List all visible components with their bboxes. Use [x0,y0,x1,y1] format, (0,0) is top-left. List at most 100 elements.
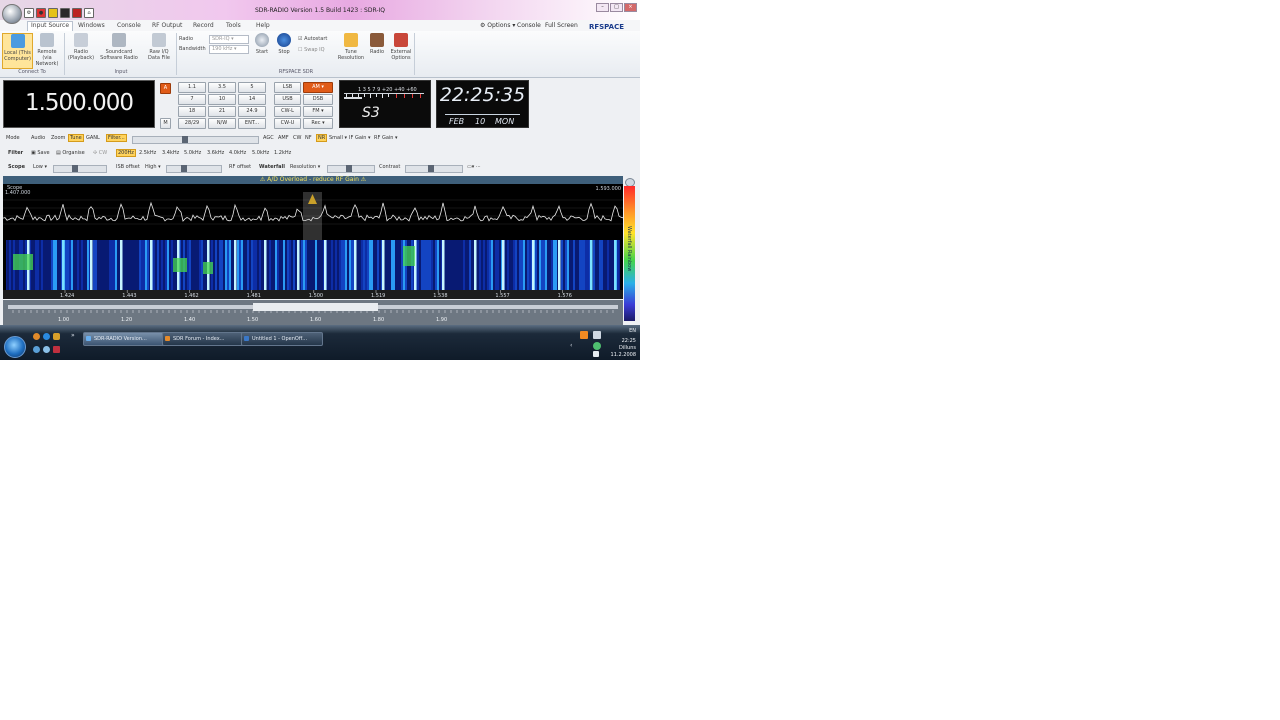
mode-fm-button[interactable]: FM ▾ [303,106,333,117]
tab-tools[interactable]: Tools [226,22,241,29]
tab-help[interactable]: Help [256,22,270,29]
folder-icon[interactable] [53,333,60,340]
nr-toggle[interactable]: NR [316,134,328,142]
filter-organise-button[interactable]: ▤ Organise [56,150,85,156]
taskbar-item-openoffice[interactable]: Untitled 1 - OpenOff... [241,332,323,346]
ganl-menu[interactable]: GANL [86,135,100,141]
narrow-wide-key[interactable]: N/W [208,118,236,129]
mode-cwl-button[interactable]: CW-L [274,106,301,117]
band-key-18[interactable]: 18 [178,106,206,117]
zoom-menu[interactable]: Zoom [51,135,65,141]
start-button[interactable] [4,336,26,358]
band-key-5[interactable]: 5 [238,82,266,93]
console-toggle[interactable]: Console [517,22,541,29]
tune-slider-knob[interactable] [182,136,188,143]
memory-button[interactable]: M [160,118,171,129]
maximize-button[interactable]: □ [610,3,623,12]
filter-cw-button[interactable]: ✣ CW [93,150,107,156]
tray-app-icon[interactable] [580,331,588,339]
filter-preset-8[interactable]: 1.2kHz [274,150,291,156]
tab-rf-output[interactable]: RF Output [152,22,182,29]
band-key-14[interactable]: 14 [238,94,266,105]
resolution-slider[interactable] [327,165,375,173]
local-computer-button[interactable]: Local (This Computer) [2,33,33,69]
size-select[interactable]: Small ▾ [329,135,347,141]
scope-low-knob[interactable] [72,165,78,172]
waterfall-options-icon[interactable]: ▭▾ ⋯ [467,164,481,170]
band-key-21[interactable]: 21 [208,106,236,117]
mode-cwu-button[interactable]: CW-U [274,118,301,129]
band-key-10[interactable]: 10 [208,94,236,105]
taskbar-overflow[interactable]: » [71,332,75,339]
waterfall[interactable] [6,240,620,290]
filter-preset-3[interactable]: 3.4kHz [162,150,179,156]
tune-slider[interactable] [132,136,259,144]
application-menu-button[interactable] [2,4,22,24]
taskbar-item-firefox[interactable]: SDR Forum - Index... [162,332,244,346]
app-icon[interactable] [53,346,60,353]
security-tray-icon[interactable] [593,342,601,350]
band-key-28-29[interactable]: 28/29 [178,118,206,129]
tuning-scale[interactable]: 1.00 1.20 1.40 1.50 1.60 1.80 1.90 [3,300,623,326]
external-radio-button[interactable]: Radio [366,33,388,55]
options-menu[interactable]: ⚙ Options ▾ [480,22,515,29]
spectrum-graph[interactable]: 1.424 1.443 1.462 1.481 1.500 1.519 1.538 1.557… [3,176,623,299]
record-mode-button[interactable]: Rec ▾ [303,118,333,129]
mode-dsb-button[interactable]: DSB [303,94,333,105]
spectrum-panel[interactable]: ⚠ A/D Overload - reduce RF Gain ⚠ 1.424 1… [3,176,623,299]
tray-expand-icon[interactable]: ‹ [570,342,572,349]
filter-preset-6[interactable]: 4.0kHz [229,150,246,156]
tab-record[interactable]: Record [193,22,214,29]
autostart-checkbox[interactable]: ☑ Autostart [298,36,327,42]
if-gain-select[interactable]: IF Gain ▾ [349,135,371,141]
scope-high-slider[interactable] [166,165,222,173]
raw-iq-file-button[interactable]: Raw I/Q Data File [144,33,174,61]
system-clock[interactable]: EN 22:25 Dilluns 11.2.2008 [611,328,636,359]
filter-save-button[interactable]: ▣ Save [31,150,50,156]
tune-menu[interactable]: Tune [68,134,84,142]
start-button[interactable]: Start [252,33,272,55]
network-tray-icon[interactable] [593,331,601,339]
close-button[interactable]: × [624,3,637,12]
filter-preset-2[interactable]: 2.5kHz [139,150,156,156]
soundcard-radio-button[interactable]: Soundcard Software Radio [97,33,141,61]
frequency-display[interactable]: 1.500.000 [3,80,155,128]
band-key-3-5[interactable]: 3.5 [208,82,236,93]
cw-toggle[interactable]: CW [293,135,301,141]
rf-gain-select[interactable]: RF Gain ▾ [374,135,398,141]
filter-preset-4[interactable]: 5.0kHz [184,150,201,156]
mode-am-button[interactable]: AM ▾ [303,82,333,93]
tab-console[interactable]: Console [117,22,141,29]
minimize-button[interactable]: – [596,3,609,12]
scope-low-select[interactable]: Low ▾ [33,164,47,170]
ie-icon[interactable] [43,333,50,340]
vfo-a-button[interactable]: A [160,83,171,94]
nf-toggle[interactable]: NF [305,135,312,141]
radio-playback-button[interactable]: Radio (Playback) [67,33,95,61]
remote-network-button[interactable]: Remote (via Network) [33,33,61,67]
tuning-window[interactable] [253,303,378,311]
resolution-select[interactable]: Resolution ▾ [290,164,320,170]
taskbar-item-sdr-radio[interactable]: SDR-RADIO Version... [83,332,165,346]
resolution-knob[interactable] [346,165,352,172]
tuning-scale-graph[interactable]: 1.00 1.20 1.40 1.50 1.60 1.80 1.90 [3,300,623,326]
firefox-icon[interactable] [33,333,40,340]
contrast-slider[interactable] [405,165,463,173]
messenger-icon[interactable] [33,346,40,353]
tab-windows[interactable]: Windows [78,22,105,29]
stop-button[interactable]: Stop [274,33,294,55]
contrast-knob[interactable] [428,165,434,172]
options-tools-button[interactable]: External Options [390,33,412,61]
mode-lsb-button[interactable]: LSB [274,82,301,93]
bandwidth-select[interactable]: 190 kHz ▾ [209,45,249,54]
media-icon[interactable] [43,346,50,353]
band-key-7[interactable]: 7 [178,94,206,105]
waterfall-colorbar[interactable]: Waterfall Rainbow [624,186,635,321]
fullscreen-toggle[interactable]: Full Screen [545,22,578,29]
amf-toggle[interactable]: AMF [278,135,289,141]
audio-menu[interactable]: Audio [31,135,45,141]
band-key-24-9[interactable]: 24.9 [238,106,266,117]
filter-preset-1[interactable]: 200Hz [116,149,136,157]
scope-high-knob[interactable] [181,165,187,172]
filter-preset-5[interactable]: 3.6kHz [207,150,224,156]
